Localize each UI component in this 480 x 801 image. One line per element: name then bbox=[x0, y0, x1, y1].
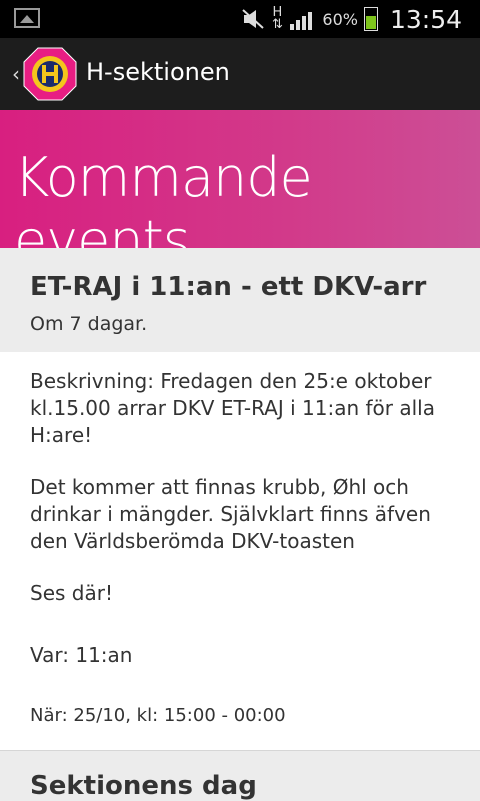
status-icons: H ⇅ 60% 13:54 bbox=[242, 0, 462, 38]
event-closing: Ses där! bbox=[30, 581, 113, 605]
event-description: Beskrivning: Fredagen den 25:e oktober k… bbox=[30, 369, 435, 447]
event-header[interactable]: Sektionens dag bbox=[0, 750, 480, 801]
event-time: När: 25/10, kl: 15:00 - 00:00 bbox=[30, 705, 286, 726]
event-header[interactable]: ET-RAJ i 11:an - ett DKV-arr Om 7 dagar. bbox=[0, 248, 480, 352]
network-h-icon: H ⇅ bbox=[271, 5, 283, 32]
event-title: ET-RAJ i 11:an - ett DKV-arr bbox=[30, 272, 427, 302]
up-caret-icon[interactable]: ‹ bbox=[12, 62, 20, 86]
action-bar: ‹ H-sektionen bbox=[0, 38, 480, 112]
image-notification-icon bbox=[14, 8, 40, 28]
event-title: Sektionens dag bbox=[30, 771, 257, 801]
event-description-extra: Det kommer att finnas krubb, Øhl och dri… bbox=[30, 475, 431, 553]
event-location: Var: 11:an bbox=[30, 643, 133, 667]
clock: 13:54 bbox=[389, 4, 462, 34]
battery-percent: 60% bbox=[322, 9, 358, 29]
banner: Kommande events bbox=[0, 110, 480, 272]
mute-icon bbox=[242, 9, 265, 29]
status-bar: H ⇅ 60% 13:54 bbox=[0, 0, 480, 38]
event-body: Beskrivning: Fredagen den 25:e oktober k… bbox=[0, 352, 480, 750]
h-sektionen-logo[interactable] bbox=[22, 46, 78, 102]
signal-icon bbox=[290, 8, 316, 30]
event-relative-time: Om 7 dagar. bbox=[30, 313, 148, 335]
battery-icon bbox=[363, 7, 378, 31]
app-title[interactable]: H-sektionen bbox=[86, 58, 230, 86]
